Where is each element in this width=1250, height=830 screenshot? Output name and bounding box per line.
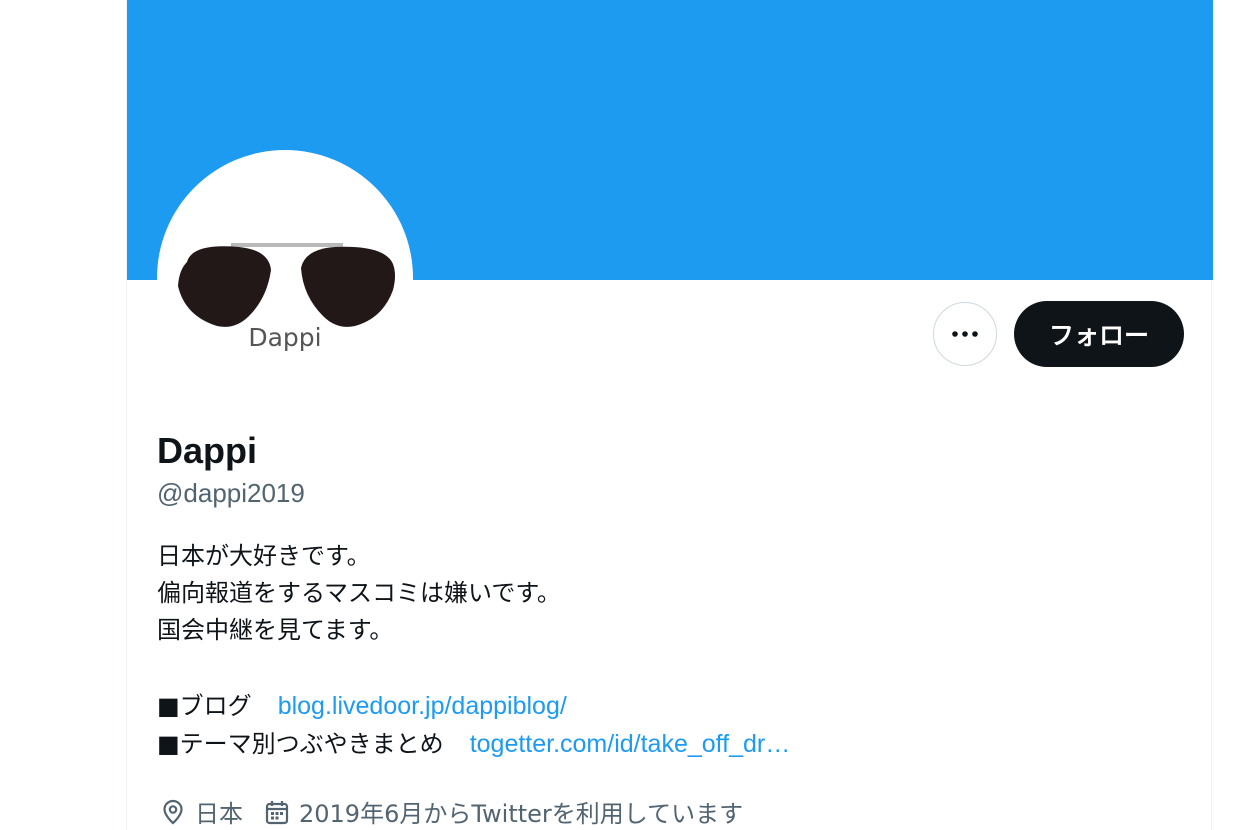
- bio-line: 偏向報道をするマスコミは嫌いです。: [157, 579, 561, 607]
- profile-handle: @dappi2019: [157, 478, 305, 508]
- bio-link-label: ■テーマ別つぶやきまとめ: [157, 730, 444, 758]
- joined-date-text: 2019年6月からTwitterを利用しています: [299, 800, 744, 828]
- more-horizontal-icon: [952, 331, 978, 337]
- profile-page: Dappi フォロー Dappi @dappi2019 日本が大好きです。 偏向…: [0, 0, 1250, 830]
- bio-spacer: [157, 649, 1157, 687]
- avatar-logo-text: Dappi: [248, 323, 321, 352]
- location-text: 日本: [195, 800, 243, 828]
- joined-item: 2019年6月からTwitterを利用しています: [263, 794, 743, 829]
- bio-line: 国会中継を見てます。: [157, 616, 394, 644]
- profile-bio: 日本が大好きです。 偏向報道をするマスコミは嫌いです。 国会中継を見てます。 ■…: [157, 538, 1157, 763]
- blog-link[interactable]: blog.livedoor.jp/dappiblog/: [278, 692, 567, 720]
- sunglasses-right-lens: [301, 246, 395, 327]
- togetter-link[interactable]: togetter.com/id/take_off_dr…: [470, 730, 791, 758]
- bio-link-label: ■ブログ: [157, 692, 252, 720]
- profile-column: Dappi フォロー Dappi @dappi2019 日本が大好きです。 偏向…: [126, 0, 1213, 830]
- location-item: 日本: [159, 794, 243, 829]
- calendar-icon: [263, 798, 291, 826]
- follow-button[interactable]: フォロー: [1014, 301, 1184, 367]
- sunglasses-logo-image: Dappi: [178, 243, 395, 352]
- bio-link-row-togetter: ■テーマ別つぶやきまとめ togetter.com/id/take_off_dr…: [157, 725, 1157, 763]
- location-pin-icon: [159, 798, 187, 826]
- more-options-button[interactable]: [933, 302, 997, 366]
- profile-display-name: Dappi: [157, 430, 258, 471]
- bio-line: 日本が大好きです。: [157, 542, 371, 570]
- sunglasses-left-lens: [178, 246, 271, 327]
- profile-meta-row: 日本 2019年6月からTwitterを利用しています: [159, 794, 763, 829]
- profile-avatar[interactable]: Dappi: [157, 150, 413, 406]
- bio-link-row-blog: ■ブログ blog.livedoor.jp/dappiblog/: [157, 687, 1157, 725]
